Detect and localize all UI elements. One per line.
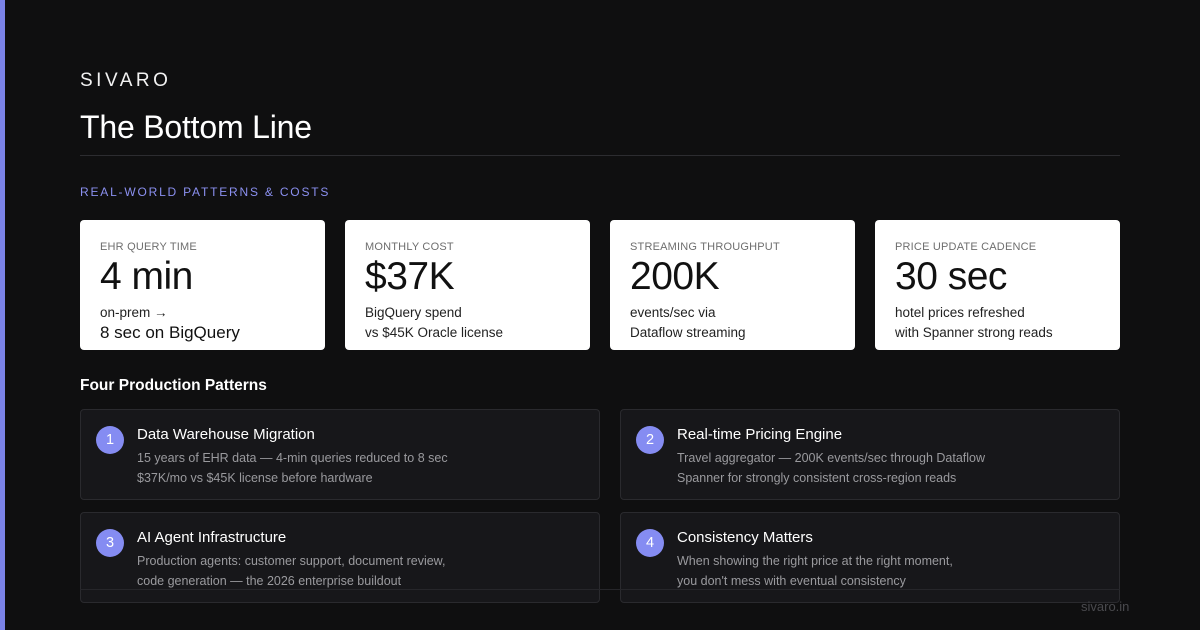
stat-value: 200K bbox=[630, 255, 720, 298]
stat-subtext: on-prem → 8 sec on BigQuery bbox=[100, 303, 305, 343]
stat-subtext-line: on-prem → bbox=[100, 305, 168, 320]
stat-subtext-line: Dataflow streaming bbox=[630, 325, 746, 340]
pattern-title: Data Warehouse Migration bbox=[137, 426, 315, 443]
stat-subtext: events/sec via Dataflow streaming bbox=[630, 303, 835, 343]
stat-label: EHR QUERY TIME bbox=[100, 241, 197, 253]
stat-value: $37K bbox=[365, 255, 455, 298]
pattern-description-line: Spanner for strongly consistent cross-re… bbox=[677, 471, 957, 485]
stat-subtext-line: events/sec via bbox=[630, 305, 716, 320]
pattern-number-badge: 3 bbox=[96, 529, 124, 557]
pattern-number-badge: 2 bbox=[636, 426, 664, 454]
patterns-heading: Four Production Patterns bbox=[80, 377, 267, 394]
stats-row: EHR QUERY TIME 4 min on-prem → 8 sec on … bbox=[80, 220, 1120, 350]
title-divider bbox=[80, 155, 1120, 156]
pattern-description-line: code generation — the 2026 enterprise bu… bbox=[137, 574, 402, 588]
stat-subtext: hotel prices refreshed with Spanner stro… bbox=[895, 303, 1100, 343]
brand-logo: SIVARO bbox=[80, 70, 172, 91]
pattern-title: AI Agent Infrastructure bbox=[137, 529, 287, 546]
pattern-description: Production agents: customer support, doc… bbox=[137, 551, 599, 591]
pattern-description-line: Travel aggregator — 200K events/sec thro… bbox=[677, 451, 986, 465]
pattern-description: When showing the right price at the righ… bbox=[677, 551, 1119, 591]
stat-card-streaming-throughput: STREAMING THROUGHPUT 200K events/sec via… bbox=[610, 220, 855, 350]
pattern-description-line: $37K/mo vs $45K license before hardware bbox=[137, 471, 373, 485]
stat-value: 4 min bbox=[100, 255, 193, 298]
pattern-description: Travel aggregator — 200K events/sec thro… bbox=[677, 448, 1119, 488]
stat-subtext-line: hotel prices refreshed bbox=[895, 305, 1025, 320]
pattern-title: Real-time Pricing Engine bbox=[677, 426, 843, 443]
pattern-number-badge: 4 bbox=[636, 529, 664, 557]
accent-bar bbox=[0, 0, 5, 630]
page-title: The Bottom Line bbox=[80, 109, 312, 145]
stat-card-monthly-cost: MONTHLY COST $37K BigQuery spend vs $45K… bbox=[345, 220, 590, 350]
pattern-description: 15 years of EHR data — 4-min queries red… bbox=[137, 448, 599, 488]
footer-divider bbox=[80, 589, 1120, 590]
stat-card-price-update: PRICE UPDATE CADENCE 30 sec hotel prices… bbox=[875, 220, 1120, 350]
pattern-card-data-warehouse: 1 Data Warehouse Migration 15 years of E… bbox=[80, 409, 600, 500]
stat-card-query-time: EHR QUERY TIME 4 min on-prem → 8 sec on … bbox=[80, 220, 325, 350]
pattern-description-line: you don't mess with eventual consistency bbox=[677, 574, 906, 588]
pattern-description-line: When showing the right price at the righ… bbox=[677, 554, 953, 568]
pattern-title: Consistency Matters bbox=[677, 529, 813, 546]
pattern-number-badge: 1 bbox=[96, 426, 124, 454]
stat-subtext-line: vs $45K Oracle license bbox=[365, 325, 504, 340]
stat-subtext-line: with Spanner strong reads bbox=[895, 325, 1053, 340]
stat-value: 30 sec bbox=[895, 255, 1007, 298]
stat-label: MONTHLY COST bbox=[365, 241, 454, 253]
footer-url: sivaro.in bbox=[1081, 599, 1130, 614]
patterns-grid: 1 Data Warehouse Migration 15 years of E… bbox=[80, 409, 1120, 603]
stat-label: PRICE UPDATE CADENCE bbox=[895, 241, 1037, 253]
stat-subtext-line: BigQuery spend bbox=[365, 305, 462, 320]
stat-label: STREAMING THROUGHPUT bbox=[630, 241, 780, 253]
pattern-description-line: 15 years of EHR data — 4-min queries red… bbox=[137, 451, 448, 465]
stat-subtext-highlight: 8 sec on BigQuery bbox=[100, 323, 240, 342]
section-label: REAL-WORLD PATTERNS & COSTS bbox=[80, 185, 331, 199]
pattern-card-pricing-engine: 2 Real-time Pricing Engine Travel aggreg… bbox=[620, 409, 1120, 500]
stat-subtext: BigQuery spend vs $45K Oracle license bbox=[365, 303, 570, 343]
pattern-description-line: Production agents: customer support, doc… bbox=[137, 554, 446, 568]
